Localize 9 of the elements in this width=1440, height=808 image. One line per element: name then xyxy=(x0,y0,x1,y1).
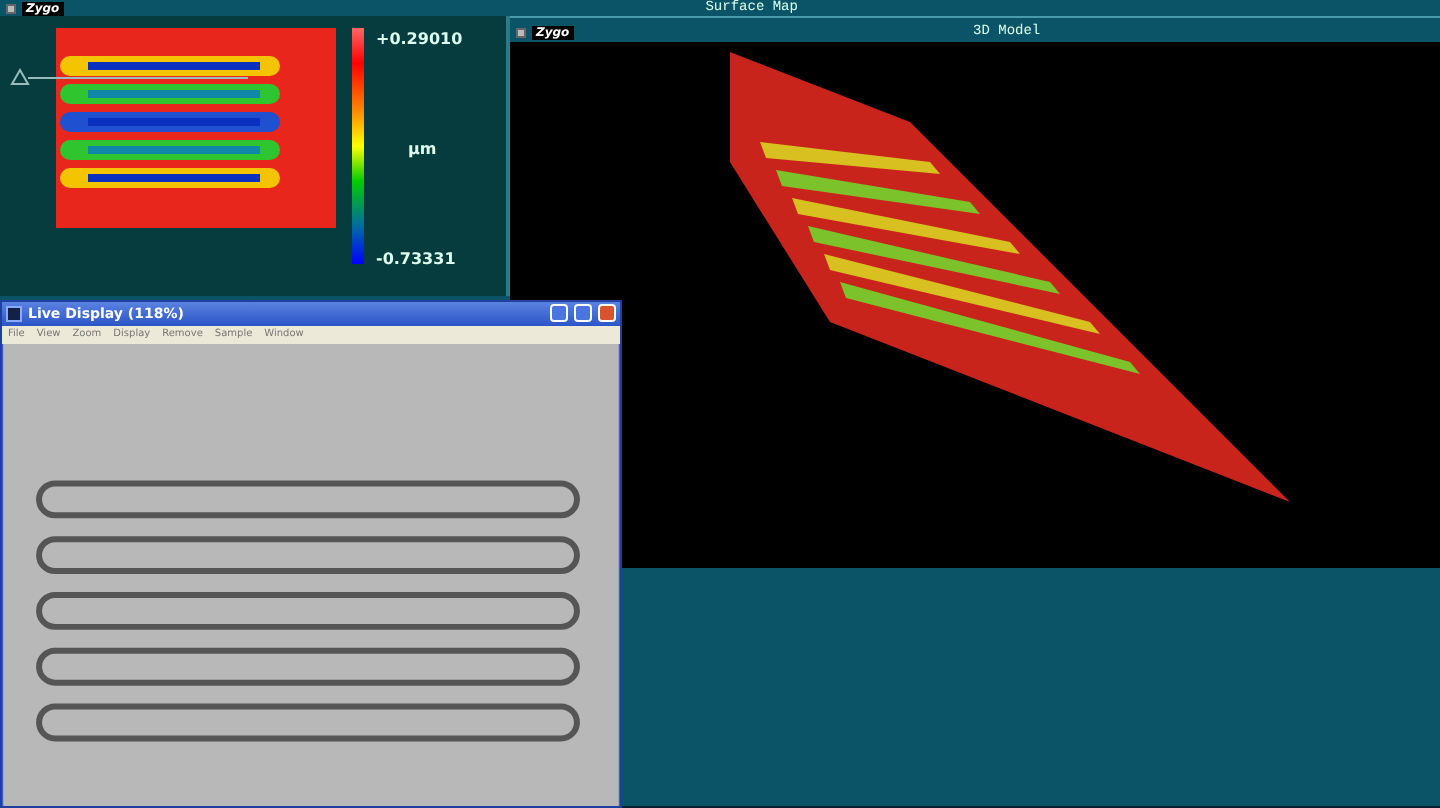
maximize-button[interactable] xyxy=(574,304,592,323)
minimize-button[interactable] xyxy=(550,304,568,323)
close-button[interactable] xyxy=(598,304,616,323)
unit-label: µm xyxy=(406,138,439,162)
window-menu-button[interactable] xyxy=(516,27,526,37)
app-icon xyxy=(6,305,22,322)
scale-min-label: -0.73331 xyxy=(376,248,458,272)
scale-max-label: +0.29010 xyxy=(376,28,463,52)
window-menu-button[interactable] xyxy=(6,3,16,13)
